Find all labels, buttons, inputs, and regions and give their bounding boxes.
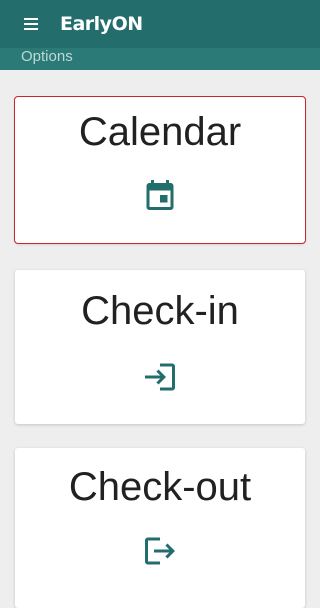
options-subheader: Options (0, 48, 320, 70)
calendar-card-label: Calendar (78, 110, 242, 154)
app-logo: EarlyON (60, 13, 143, 35)
hamburger-menu-icon[interactable] (22, 15, 42, 33)
calendar-icon (146, 180, 174, 210)
calendar-card[interactable]: Calendar (14, 96, 306, 244)
check-out-card[interactable]: Check-out (15, 448, 305, 608)
app-bar: EarlyON (0, 0, 320, 48)
subheader-label: Options (21, 48, 73, 65)
check-in-card[interactable]: Check-in (15, 270, 305, 424)
login-icon (145, 363, 175, 391)
check-in-card-label: Check-in (81, 289, 239, 333)
logout-icon (145, 537, 175, 565)
check-out-card-label: Check-out (68, 465, 252, 509)
